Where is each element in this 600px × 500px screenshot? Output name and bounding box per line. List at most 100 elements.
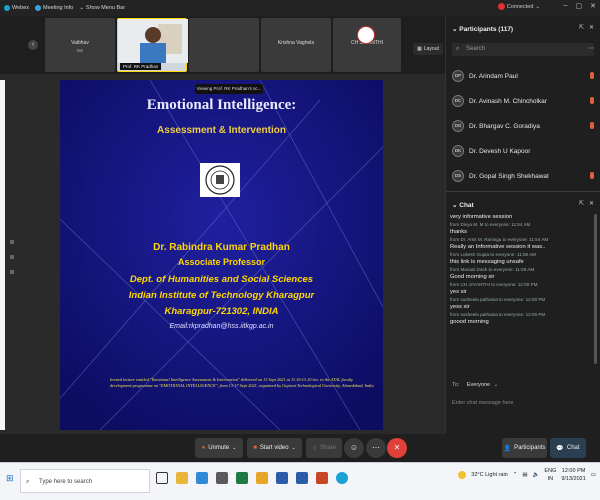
chat-label: Chat [566, 445, 580, 451]
to-value: Everyone [466, 382, 491, 388]
side-tool-icon[interactable] [10, 255, 14, 259]
side-panel: ⌄ Participants (117) ⇱ ✕ ⌕ Search ⋯ DP D… [445, 16, 600, 434]
word-icon[interactable] [276, 472, 288, 484]
start-video-button[interactable]: ■ Start video ⌄ [247, 438, 302, 458]
time-label: 12:00 PM [561, 468, 586, 474]
chat-title: Chat [459, 202, 474, 209]
popout-icon[interactable]: ⇱ [579, 200, 584, 207]
tile-name: Prof. RK Pradhan [120, 63, 162, 70]
chat-toggle-button[interactable]: 💬 Chat [550, 438, 586, 458]
language-indicator[interactable]: ENG IN [544, 467, 556, 483]
mic-muted-icon [590, 122, 594, 129]
maximize-icon[interactable]: ▢ [576, 2, 583, 10]
chevron-down-icon: ⌄ [535, 3, 540, 10]
powerpoint-icon[interactable] [316, 472, 328, 484]
windows-start-icon[interactable]: ⊞ [6, 473, 14, 484]
chevron-down-icon: ⌄ [79, 5, 84, 11]
participant-item[interactable]: DP Dr. Arindam Paul [452, 66, 594, 86]
participant-name: Dr. Devesh U Kapoor [469, 147, 531, 155]
more-options-button[interactable]: ⋯ [366, 438, 386, 458]
clock[interactable]: 12:00 PM 9/13/2021 [561, 467, 585, 483]
layout-label: Layout [423, 46, 439, 52]
video-tile[interactable]: Vaibhav Me [45, 18, 115, 72]
participant-item[interactable]: DK Dr. Devesh U Kapoor [452, 141, 594, 161]
share-button[interactable]: ⇪ Share [306, 438, 342, 458]
reactions-button[interactable]: ☺ [344, 438, 364, 458]
video-tile[interactable] [189, 18, 259, 72]
participant-item[interactable]: DG Dr. Bhargav C. Goradiya [452, 116, 594, 136]
show-menu-bar-button[interactable]: ⌄ Show Menu Bar [79, 5, 125, 11]
webex-icon [4, 5, 10, 11]
weather-label[interactable]: 32°C Light rain [471, 472, 507, 478]
record-icon [497, 3, 505, 10]
participant-name: Dr. Avinash M. Chincholkar [469, 97, 547, 105]
chat-message: this link is messaging unsafe [450, 259, 524, 265]
chat-recipient-select[interactable]: To: Everyone ⌄ [452, 382, 592, 394]
system-tray: 32°C Light rain ⌃ ▤ 🔈 ENG IN 12:00 PM 9/… [458, 467, 596, 483]
avatar: DC [452, 95, 464, 107]
edge-icon[interactable] [196, 472, 208, 484]
participant-name: Dr. Gopal Singh Shekhawat [469, 172, 549, 180]
slide-subtitle: Assessment & Intervention [157, 125, 286, 136]
chevron-down-icon: ⌄ [452, 202, 458, 209]
meeting-info-button[interactable]: Meeting Info [35, 5, 73, 11]
chevron-down-icon: ⌄ [232, 445, 237, 451]
share-label: Share [320, 445, 337, 451]
chat-message: yess sir [450, 304, 470, 310]
unmute-button[interactable]: ● Unmute ⌄ [195, 438, 243, 458]
taskbar-search-input[interactable]: ⌕ Type here to search [20, 469, 150, 493]
word-icon[interactable] [296, 472, 308, 484]
volume-icon[interactable]: 🔈 [533, 472, 540, 478]
participants-toggle-button[interactable]: 👤 Participants [502, 438, 547, 458]
close-icon[interactable]: ✕ [590, 2, 596, 10]
webex-menu[interactable]: Webex [4, 5, 29, 11]
presenter-role: Associate Professor [177, 257, 266, 267]
leave-meeting-button[interactable]: ✕ [387, 438, 407, 458]
task-view-icon[interactable] [156, 472, 168, 484]
excel-icon[interactable] [236, 472, 248, 484]
more-icon[interactable]: ⋯ [588, 45, 594, 52]
video-strip: ‹ Vaibhav Me Prof. RK Pradhan Krishna Va… [0, 16, 445, 74]
chat-header[interactable]: ⌄ Chat [452, 201, 474, 209]
info-icon [35, 5, 42, 11]
side-tool-icon[interactable] [10, 240, 14, 244]
video-tile-active-speaker[interactable]: Prof. RK Pradhan [117, 18, 188, 72]
store-icon[interactable] [216, 472, 228, 484]
connection-status[interactable]: Connected ⌄ [497, 3, 540, 10]
notification-icon[interactable]: ▭ [591, 472, 596, 478]
participant-search-input[interactable]: ⌕ Search [452, 43, 594, 56]
window-controls: – ▢ ✕ [564, 2, 596, 10]
slide-title: Emotional Intelligence: [146, 97, 297, 113]
close-icon[interactable]: ✕ [589, 24, 594, 31]
share-icon: ⇪ [311, 445, 317, 452]
chat-messages[interactable]: very informative session from Divya M. M… [450, 214, 596, 396]
chevron-down-icon: ⌄ [452, 26, 458, 33]
webex-icon[interactable] [336, 472, 348, 484]
video-tile[interactable]: Krishna Vaghela [261, 18, 331, 72]
date-label: 9/13/2021 [561, 476, 586, 482]
close-icon[interactable]: ✕ [589, 200, 594, 207]
participants-header[interactable]: ⌄ Participants (117) [452, 25, 513, 33]
slide-margin-left [0, 80, 5, 430]
participant-item[interactable]: DS Dr. Gopal Singh Shekhawat [452, 166, 594, 186]
presenter-name: Dr. Rabindra Kumar Pradhan [153, 242, 290, 253]
strip-prev-button[interactable]: ‹ [28, 40, 38, 50]
chat-input[interactable]: Enter chat message here [452, 400, 592, 412]
grid-icon: ▦ [417, 46, 422, 52]
region-label: IN [547, 476, 554, 482]
participant-item[interactable]: DC Dr. Avinash M. Chincholkar [452, 91, 594, 111]
chrome-icon[interactable] [256, 472, 268, 484]
popout-icon[interactable]: ⇱ [579, 24, 584, 31]
side-tool-icon[interactable] [10, 270, 14, 274]
chat-scrollbar[interactable] [594, 214, 597, 364]
file-explorer-icon[interactable] [176, 472, 188, 484]
video-off-icon: ■ [253, 445, 257, 451]
tile-name: Krishna Vaghela [277, 40, 315, 46]
network-icon[interactable]: ▤ [522, 472, 527, 478]
chevron-down-icon: ⌄ [493, 382, 499, 388]
people-icon: 👤 [503, 445, 512, 452]
minimize-icon[interactable]: – [564, 2, 568, 10]
layout-button[interactable]: ▦ Layout [413, 43, 443, 55]
chevron-up-icon[interactable]: ⌃ [513, 472, 518, 478]
presenter-address: Kharagpur-721302, INDIA [164, 306, 279, 317]
